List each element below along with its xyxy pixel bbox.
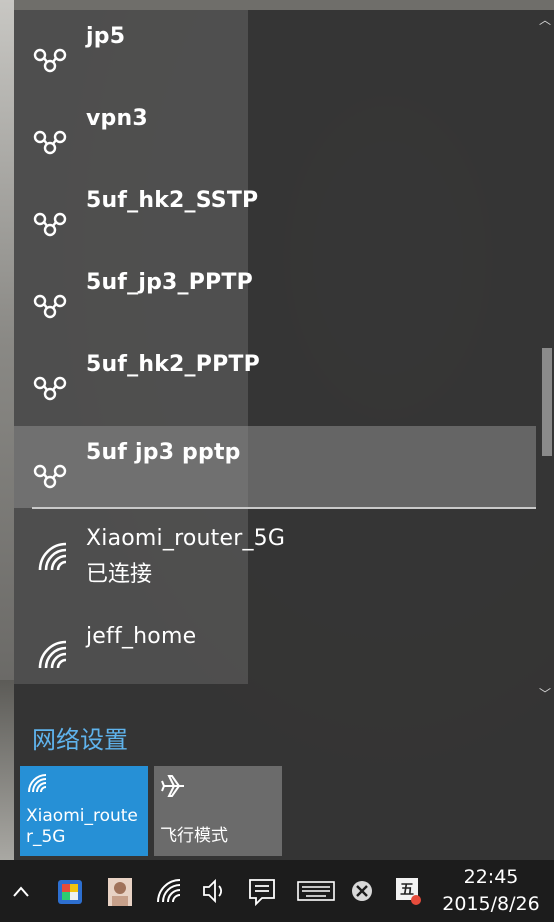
vpn-item[interactable]: 5uf_jp3_PPTP — [14, 256, 536, 338]
vpn-icon — [32, 40, 68, 76]
vpn-item[interactable]: vpn3 — [14, 92, 536, 174]
ime-icon[interactable]: 五 — [390, 860, 426, 922]
scroll-thumb[interactable] — [542, 348, 552, 456]
close-circle-icon[interactable] — [346, 860, 378, 922]
list-scrollbar[interactable]: ︿ ﹀ — [536, 10, 554, 710]
vpn-name: 5uf_jp3_PPTP — [86, 270, 253, 295]
volume-icon[interactable] — [196, 860, 232, 922]
clock-time: 22:45 — [463, 866, 519, 888]
wallpaper-strip — [0, 0, 14, 680]
user-avatar-icon[interactable] — [102, 860, 138, 922]
vpn-icon — [32, 204, 68, 240]
vpn-icon — [32, 456, 68, 492]
vpn-icon — [32, 286, 68, 322]
vpn-item[interactable]: 5uf_hk2_SSTP — [14, 174, 536, 256]
list-divider — [32, 507, 536, 509]
wifi-quick-action[interactable]: Xiaomi_router_5G — [20, 766, 148, 856]
vpn-name: 5uf_hk2_SSTP — [86, 188, 259, 213]
vpn-item-selected[interactable]: 5uf jp3 pptp — [14, 426, 536, 508]
vpn-name: jp5 — [86, 24, 126, 49]
wallpaper-top — [14, 0, 554, 10]
vpn-name: vpn3 — [86, 106, 148, 131]
wifi-name: Xiaomi_router_5G — [86, 526, 286, 551]
chevron-up-icon[interactable] — [6, 860, 36, 922]
vpn-name: 5uf_hk2_PPTP — [86, 352, 260, 377]
wifi-icon — [26, 772, 54, 800]
vpn-item[interactable]: jp5 — [14, 10, 536, 92]
wifi-name: jeff_home — [86, 624, 197, 649]
clock-date: 2015/8/26 — [442, 893, 540, 915]
airplane-icon — [160, 772, 188, 800]
wifi-tile-label: Xiaomi_router_5G — [26, 806, 138, 847]
keyboard-icon[interactable] — [294, 860, 338, 922]
wifi-icon — [36, 638, 72, 674]
wifi-item-connected[interactable]: Xiaomi_router_5G 已连接 — [14, 512, 536, 594]
network-settings-link[interactable]: 网络设置 — [32, 720, 128, 755]
vpn-item[interactable]: 5uf_hk2_PPTP — [14, 338, 536, 420]
action-center-icon[interactable] — [244, 860, 280, 922]
wallpaper-strip-lower — [0, 680, 14, 860]
vpn-icon — [32, 368, 68, 404]
svg-text:五: 五 — [400, 882, 414, 898]
airplane-mode-quick-action[interactable]: 飞行模式 — [154, 766, 282, 856]
scroll-down-icon[interactable]: ﹀ — [536, 686, 554, 702]
vpn-icon — [32, 122, 68, 158]
wifi-status: 已连接 — [86, 562, 153, 587]
scroll-up-icon[interactable]: ︿ — [536, 12, 554, 28]
app-icon[interactable] — [52, 860, 88, 922]
network-flyout: jp5 vpn3 5uf_hk2_SSTP 5uf_jp3_PPTP 5uf_h… — [14, 10, 554, 860]
vpn-name: 5uf jp3 pptp — [86, 440, 241, 465]
network-list: jp5 vpn3 5uf_hk2_SSTP 5uf_jp3_PPTP 5uf_h… — [14, 10, 536, 710]
system-clock[interactable]: 22:45 2015/8/26 — [436, 864, 546, 918]
wifi-icon — [36, 540, 72, 576]
taskbar: 五 22:45 2015/8/26 — [0, 860, 554, 922]
airplane-tile-label: 飞行模式 — [160, 826, 228, 846]
network-icon[interactable] — [150, 860, 186, 922]
wifi-item[interactable]: jeff_home — [14, 610, 536, 692]
